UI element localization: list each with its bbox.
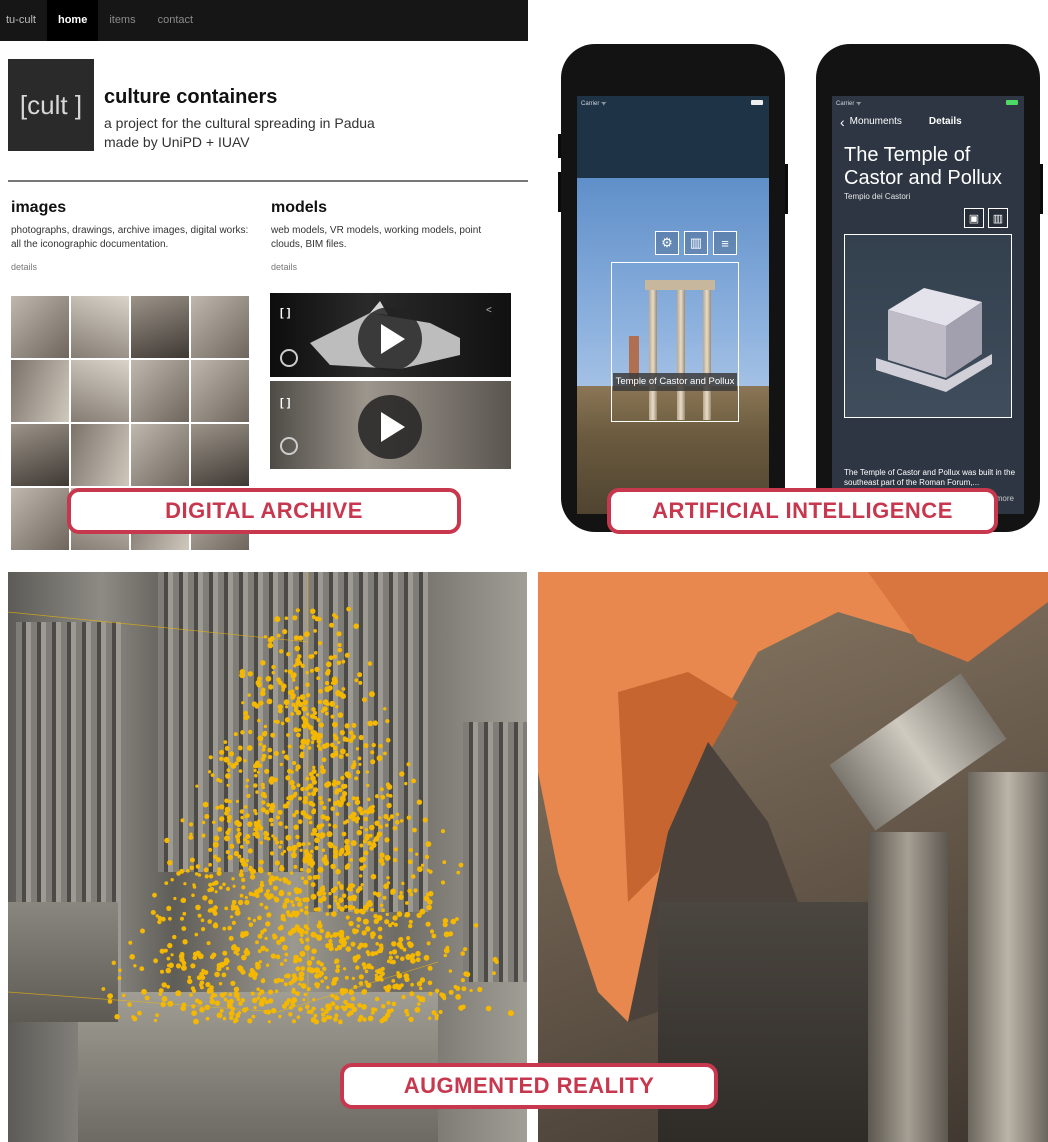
recognition-frame — [611, 262, 739, 422]
models-description: web models, VR models, working models, p… — [271, 225, 482, 250]
models-heading: models — [271, 199, 328, 216]
nav-brand[interactable]: tu-cult — [6, 0, 47, 41]
play-button[interactable] — [358, 307, 422, 371]
status-bar: Carrier ᯤ — [581, 101, 607, 107]
image-thumbnail[interactable] — [11, 296, 69, 358]
label-artificial-intelligence: ARTIFICIAL INTELLIGENCE — [607, 488, 998, 534]
image-thumbnail[interactable] — [11, 424, 69, 486]
phone-camera-view: Carrier ᯤ ⚙ ▥ ≡ Temple of Castor and Pol… — [558, 44, 788, 532]
recognized-caption: Temple of Castor and Pollux — [613, 373, 737, 391]
menu-icon[interactable]: ≡ — [713, 231, 737, 255]
nav-contact[interactable]: contact — [147, 0, 204, 41]
carrier-text: Carrier — [581, 101, 600, 107]
image-thumbnail[interactable] — [71, 424, 129, 486]
images-description: photographs, drawings, archive images, d… — [11, 225, 249, 250]
share-icon[interactable]: < — [486, 305, 492, 316]
fullscreen-bracket-icon[interactable]: [ ] — [280, 397, 290, 409]
side-button — [558, 172, 561, 212]
point-cloud-overlay — [8, 572, 514, 1025]
mobile-app-screenshots: Carrier ᯤ ⚙ ▥ ≡ Temple of Castor and Pol… — [528, 0, 1048, 572]
phone-screen: Carrier ᯤ ⚙ ▥ ≡ Temple of Castor and Pol… — [577, 96, 769, 514]
image-thumbnail[interactable] — [191, 424, 249, 486]
image-thumbnail[interactable] — [71, 360, 129, 422]
collage: tu-cult home items contact [cult ] cultu… — [0, 0, 1048, 1142]
side-button — [785, 164, 788, 214]
image-thumbnail[interactable] — [11, 360, 69, 422]
nav-items[interactable]: items — [98, 0, 146, 41]
subtitle-line-2: made by UniPD + IUAV — [104, 134, 250, 150]
settings-gear-icon[interactable]: ⚙ — [655, 231, 679, 255]
ar-vault-overlay-photo — [538, 572, 1048, 1142]
marble-column — [968, 772, 1048, 1142]
models-details-link[interactable]: details — [271, 262, 297, 272]
website-screenshot: tu-cult home items contact [cult ] cultu… — [0, 0, 528, 572]
vr-icon[interactable] — [280, 437, 298, 455]
site-logo: [cult ] — [8, 59, 94, 151]
play-button[interactable] — [358, 395, 422, 459]
phone-details-view: Carrier ᯤ ‹ Monuments Details The Temple… — [816, 44, 1043, 532]
image-thumbnail[interactable] — [191, 360, 249, 422]
label-augmented-reality: AUGMENTED REALITY — [340, 1063, 718, 1109]
top-nav: tu-cult home items contact — [0, 0, 528, 41]
vr-icon[interactable] — [280, 349, 298, 367]
image-thumbnail[interactable] — [71, 296, 129, 358]
label-digital-archive: DIGITAL ARCHIVE — [67, 488, 461, 534]
logo-text: [cult ] — [19, 89, 83, 120]
side-button — [558, 134, 561, 158]
model-video-1[interactable]: [ ] < — [270, 293, 511, 377]
temple-3d-model — [876, 288, 992, 392]
monument-description: The Temple of Castor and Pollux was buil… — [844, 468, 1016, 487]
battery-icon — [751, 100, 763, 105]
divider — [8, 180, 528, 182]
image-thumbnail[interactable] — [131, 296, 189, 358]
ar-point-cloud-photo — [8, 572, 527, 1142]
marble-column — [868, 832, 948, 1142]
image-thumbnail[interactable] — [11, 488, 69, 550]
more-link[interactable]: more — [996, 494, 1014, 503]
images-heading: images — [11, 199, 67, 216]
image-thumbnail[interactable] — [131, 360, 189, 422]
model-video-2[interactable]: [ ] — [270, 381, 511, 469]
nav-home[interactable]: home — [46, 0, 99, 41]
side-button — [1040, 164, 1043, 214]
images-details-link[interactable]: details — [11, 262, 37, 272]
fullscreen-bracket-icon[interactable]: [ ] — [280, 307, 290, 319]
map-icon[interactable]: ▥ — [684, 231, 708, 255]
image-thumbnail[interactable] — [131, 424, 189, 486]
phone-screen: Carrier ᯤ ‹ Monuments Details The Temple… — [832, 96, 1024, 514]
site-title: culture containers — [104, 86, 278, 108]
site-subtitle: a project for the cultural spreading in … — [104, 114, 504, 152]
image-thumbnail[interactable] — [191, 296, 249, 358]
subtitle-line-1: a project for the cultural spreading in … — [104, 115, 375, 131]
